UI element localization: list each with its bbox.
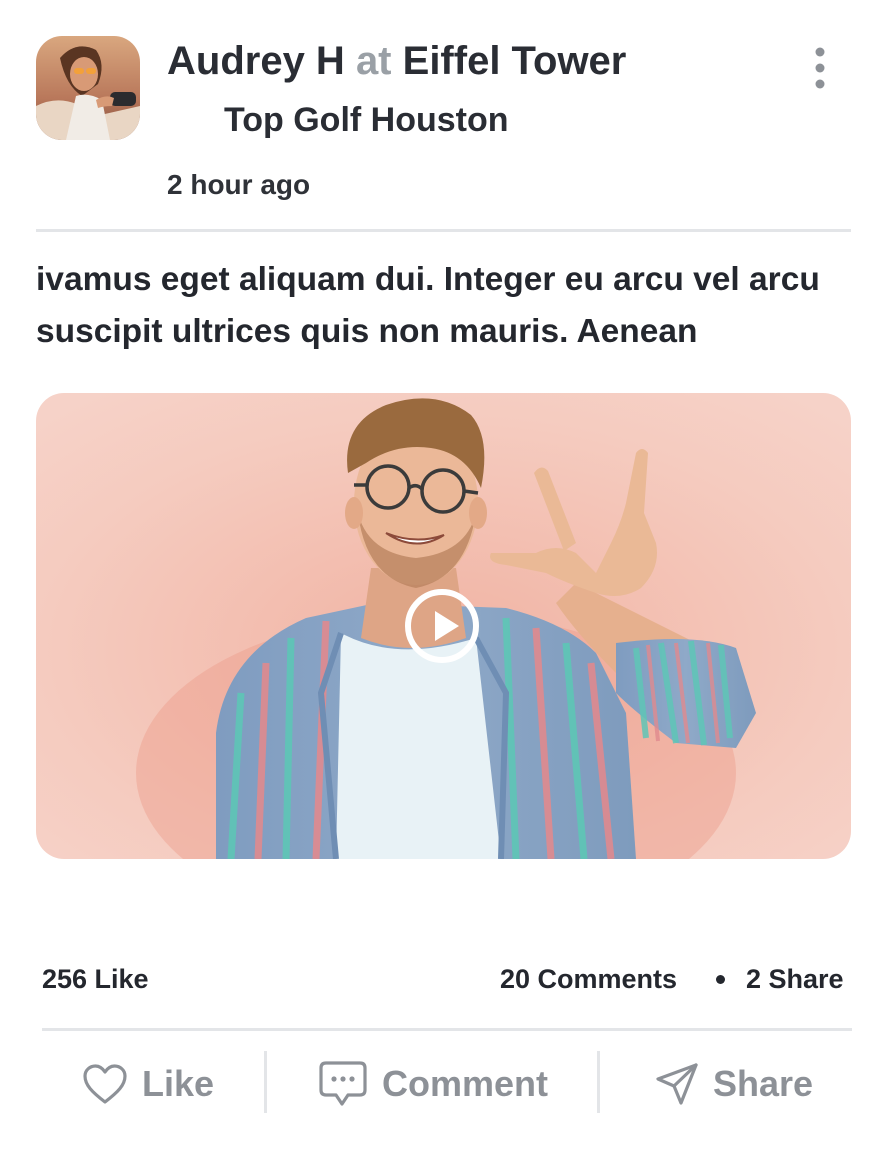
comment-label: Comment [382,1063,549,1104]
author-name[interactable]: Audrey H [167,39,345,83]
post-video[interactable] [36,393,851,859]
comment-button[interactable]: Comment [318,1056,548,1112]
author-avatar[interactable] [36,36,140,140]
more-options-button[interactable] [800,42,840,94]
title-connector: at [355,39,392,83]
stats-divider [42,1028,852,1031]
like-button[interactable]: Like [82,1056,214,1112]
share-label: Share [713,1063,814,1104]
post-timestamp: 2 hour ago [167,169,311,200]
action-separator [597,1051,600,1113]
more-vertical-icon [815,47,825,89]
play-button[interactable] [404,588,480,664]
post-title: Audrey H at Eiffel Tower [167,38,626,84]
sublocation[interactable]: Top Golf Houston [224,100,509,140]
location-name[interactable]: Eiffel Tower [403,39,627,83]
share-count[interactable]: 2 Share [746,962,844,996]
share-button[interactable]: Share [655,1056,813,1112]
heart-icon [83,1064,127,1104]
avatar-photo [36,36,140,140]
action-separator [264,1051,267,1113]
like-count[interactable]: 256 Like [42,962,149,996]
send-icon [656,1063,698,1105]
like-label: Like [142,1063,215,1104]
comment-count[interactable]: 20 Comments [500,962,677,996]
stats-separator-dot [716,975,725,984]
chat-bubble-icon [319,1061,367,1106]
header-divider [36,229,851,232]
play-circle-icon [405,589,479,663]
post-body-text: ivamus eget aliquam dui. Integer eu arcu… [36,261,820,350]
